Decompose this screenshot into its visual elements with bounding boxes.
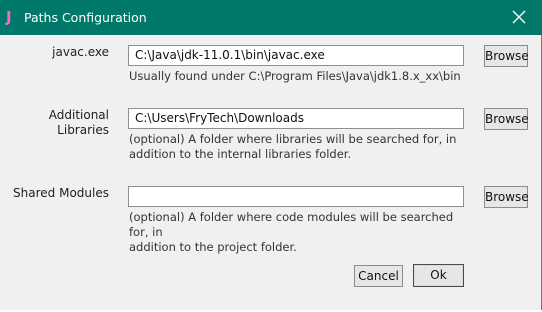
cancel-button[interactable]: Cancel [354, 265, 403, 287]
modules-browse-button[interactable]: Browse [484, 186, 529, 208]
libraries-hint: (optional) A folder where libraries will… [129, 132, 474, 162]
modules-hint-line2: addition to the project folder. [129, 240, 297, 254]
libraries-label: Additional Libraries [48, 108, 109, 137]
javac-label: javac.exe [52, 45, 109, 59]
libraries-browse-button[interactable]: Browse [484, 108, 529, 130]
libraries-hint-line2: addition to the internal libraries folde… [129, 147, 352, 161]
javac-hint: Usually found under C:\Program Files\Jav… [129, 69, 474, 84]
dialog-title: Paths Configuration [24, 10, 147, 25]
modules-label: Shared Modules [13, 186, 109, 200]
close-button[interactable] [498, 0, 542, 35]
title-bar: J Paths Configuration [0, 0, 542, 35]
close-icon [512, 10, 526, 24]
ok-button[interactable]: Ok [413, 264, 464, 287]
javac-hint-text: Usually found under C:\Program Files\Jav… [129, 69, 461, 83]
javac-path-input[interactable]: C:\Java\jdk-11.0.1\bin\javac.exe [128, 45, 464, 66]
modules-path-input[interactable] [128, 186, 464, 207]
javac-browse-button[interactable]: Browse [484, 45, 529, 67]
libraries-hint-line1: (optional) A folder where libraries will… [129, 132, 457, 146]
libraries-path-input[interactable]: C:\Users\FryTech\Downloads [128, 108, 464, 129]
modules-hint-line1: (optional) A folder where code modules w… [129, 210, 454, 239]
paths-configuration-dialog: J Paths Configuration javac.exe C:\Java\… [0, 0, 542, 312]
app-icon: J [6, 8, 12, 26]
modules-hint: (optional) A folder where code modules w… [129, 210, 474, 255]
